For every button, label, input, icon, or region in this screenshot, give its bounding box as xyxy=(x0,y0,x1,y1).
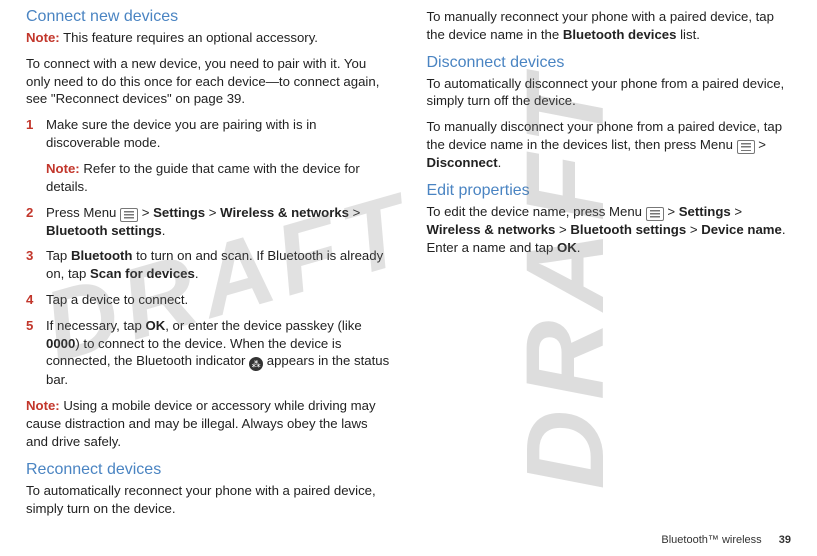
text: > xyxy=(686,222,701,237)
bold-text: Disconnect xyxy=(427,155,498,170)
paragraph: To manually reconnect your phone with a … xyxy=(427,8,792,44)
note-paragraph: Note: This feature requires an optional … xyxy=(26,29,391,47)
step-body: Press Menu > Settings > Wireless & netwo… xyxy=(46,204,391,240)
text: > xyxy=(755,137,766,152)
step-number: 5 xyxy=(26,317,46,390)
paragraph: To automatically disconnect your phone f… xyxy=(427,75,792,111)
note-label: Note: xyxy=(46,161,80,176)
bold-text: Wireless & networks xyxy=(220,205,349,220)
text: . xyxy=(162,223,166,238)
paragraph: To automatically reconnect your phone wi… xyxy=(26,482,391,518)
step-5: 5 If necessary, tap OK, or enter the dev… xyxy=(26,317,391,390)
step-body: Tap Bluetooth to turn on and scan. If Bl… xyxy=(46,247,391,283)
footer-section: Bluetooth™ wireless xyxy=(661,534,761,546)
text: > xyxy=(731,204,742,219)
note-label: Note: xyxy=(26,398,60,413)
bold-text: Settings xyxy=(153,205,205,220)
bold-text: Bluetooth devices xyxy=(563,27,677,42)
note-text: This feature requires an optional access… xyxy=(60,30,318,45)
step-number: 1 xyxy=(26,116,46,195)
menu-icon xyxy=(120,208,138,222)
note-text: Using a mobile device or accessory while… xyxy=(26,398,376,449)
step-text: Make sure the device you are pairing wit… xyxy=(46,117,316,150)
bluetooth-icon: ⁂ xyxy=(249,357,263,371)
step-number: 2 xyxy=(26,204,46,240)
step-4: 4 Tap a device to connect. xyxy=(26,291,391,309)
heading-reconnect-devices: Reconnect devices xyxy=(26,461,391,479)
text: If necessary, tap xyxy=(46,318,145,333)
text: > xyxy=(664,204,679,219)
heading-connect-new-devices: Connect new devices xyxy=(26,8,391,26)
menu-icon xyxy=(737,140,755,154)
bold-text: Settings xyxy=(679,204,731,219)
bold-text: Bluetooth settings xyxy=(570,222,686,237)
bold-text: 0000 xyxy=(46,336,75,351)
heading-disconnect-devices: Disconnect devices xyxy=(427,54,792,72)
text: Press Menu xyxy=(46,205,120,220)
paragraph: To edit the device name, press Menu > Se… xyxy=(427,203,792,257)
text: > xyxy=(138,205,153,220)
bold-text: Bluetooth xyxy=(71,248,133,263)
step-number: 4 xyxy=(26,291,46,309)
text: Tap xyxy=(46,248,71,263)
text: > xyxy=(349,205,360,220)
text: > xyxy=(555,222,570,237)
text: list. xyxy=(676,27,699,42)
paragraph: To connect with a new device, you need t… xyxy=(26,55,391,108)
text: , or enter the device passkey (like xyxy=(165,318,361,333)
bold-text: Device name xyxy=(701,222,782,237)
note-label: Note: xyxy=(26,30,60,45)
heading-edit-properties: Edit properties xyxy=(427,182,792,200)
bold-text: Bluetooth settings xyxy=(46,223,162,238)
text: To manually disconnect your phone from a… xyxy=(427,119,783,152)
page-footer: Bluetooth™ wireless 39 xyxy=(661,534,791,546)
step-2: 2 Press Menu > Settings > Wireless & net… xyxy=(26,204,391,240)
text: > xyxy=(205,205,220,220)
bold-text: Scan for devices xyxy=(90,266,195,281)
step-body: Tap a device to connect. xyxy=(46,291,188,309)
text: To edit the device name, press Menu xyxy=(427,204,646,219)
page-content: Connect new devices Note: This feature r… xyxy=(0,0,817,516)
text: . xyxy=(577,240,581,255)
step-text: Tap a device to connect. xyxy=(46,292,188,307)
note-text: Refer to the guide that came with the de… xyxy=(46,161,360,194)
left-column: Connect new devices Note: This feature r… xyxy=(26,8,391,516)
step-number: 3 xyxy=(26,247,46,283)
right-column: To manually reconnect your phone with a … xyxy=(427,8,792,516)
page-number: 39 xyxy=(779,534,791,546)
step-body: If necessary, tap OK, or enter the devic… xyxy=(46,317,391,390)
bold-text: Wireless & networks xyxy=(427,222,556,237)
step-1: 1 Make sure the device you are pairing w… xyxy=(26,116,391,195)
text: . xyxy=(195,266,199,281)
menu-icon xyxy=(646,207,664,221)
bold-text: OK xyxy=(145,318,165,333)
text: . xyxy=(498,155,502,170)
step-body: Make sure the device you are pairing wit… xyxy=(46,116,391,195)
note-paragraph: Note: Using a mobile device or accessory… xyxy=(26,397,391,450)
paragraph: To manually disconnect your phone from a… xyxy=(427,118,792,172)
step-3: 3 Tap Bluetooth to turn on and scan. If … xyxy=(26,247,391,283)
bold-text: OK xyxy=(557,240,577,255)
